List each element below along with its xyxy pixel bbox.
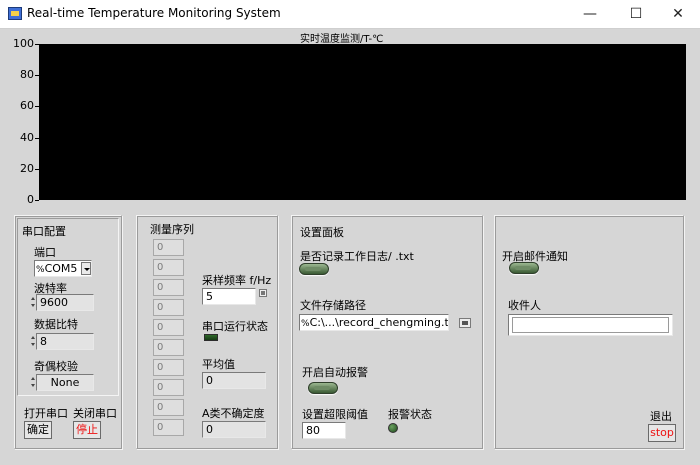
- recipient-label: 收件人: [508, 299, 541, 312]
- parity-field[interactable]: None: [36, 374, 94, 391]
- chevron-down-icon[interactable]: [81, 262, 91, 275]
- path-prefix: %: [301, 319, 310, 329]
- sample-rate-label: 采样频率 f/Hz: [202, 274, 272, 287]
- chart-title: 实时温度监测/T-℃: [300, 34, 384, 45]
- path-label: 文件存储路径: [300, 299, 366, 312]
- baud-spinner-icon[interactable]: [31, 296, 35, 308]
- settings-heading: 设置面板: [300, 226, 344, 239]
- databits-spinner-icon[interactable]: [31, 335, 35, 347]
- sequence-item: 0: [153, 399, 184, 416]
- sample-rate-field[interactable]: 5: [202, 288, 256, 305]
- path-value: C:\...\record_chengming.txt: [309, 316, 449, 329]
- sequence-item: 0: [153, 239, 184, 256]
- increment-icon[interactable]: [259, 289, 267, 297]
- y-tick-label: 20: [20, 161, 34, 175]
- close-port-label: 关闭串口: [73, 407, 117, 420]
- minimize-icon[interactable]: —: [568, 0, 612, 29]
- y-tick-label: 0: [27, 193, 34, 206]
- recipient-field[interactable]: [508, 314, 673, 336]
- sequence-item: 0: [153, 319, 184, 336]
- mean-field: 0: [202, 372, 266, 389]
- measurement-heading: 测量序列: [150, 223, 194, 236]
- uncertainty-label: A类不确定度: [202, 407, 265, 420]
- uncertainty-field: 0: [202, 421, 266, 438]
- title-bar: Real-time Temperature Monitoring System …: [0, 0, 700, 29]
- close-icon[interactable]: ✕: [656, 0, 700, 29]
- port-label: 端口: [34, 246, 56, 259]
- mean-label: 平均值: [202, 358, 235, 371]
- temperature-plot-area: [39, 44, 686, 200]
- sequence-item: 0: [153, 419, 184, 436]
- sequence-item: 0: [153, 359, 184, 376]
- parity-spinner-icon[interactable]: [31, 376, 35, 388]
- sequence-item: 0: [153, 259, 184, 276]
- exit-stop-button[interactable]: stop: [648, 424, 676, 442]
- serial-status-led: [204, 334, 218, 341]
- app-icon: [8, 7, 22, 20]
- y-tick-label: 60: [20, 99, 34, 113]
- sequence-item: 0: [153, 379, 184, 396]
- y-tick-mark: [35, 200, 39, 201]
- exit-label: 退出: [650, 410, 672, 423]
- mail-toggle[interactable]: [509, 262, 539, 274]
- open-port-label: 打开串口: [24, 407, 68, 420]
- parity-label: 奇偶校验: [34, 360, 78, 373]
- recipient-input[interactable]: [512, 317, 669, 333]
- path-field[interactable]: %C:\...\record_chengming.txt: [299, 314, 449, 331]
- alarm-status-led: [388, 423, 398, 433]
- alarm-toggle[interactable]: [308, 382, 338, 394]
- threshold-field[interactable]: 80: [302, 422, 346, 439]
- threshold-label: 设置超限阈值: [302, 408, 368, 421]
- port-value: COM5: [44, 262, 78, 275]
- y-tick-label: 40: [20, 130, 34, 144]
- window-title: Real-time Temperature Monitoring System: [27, 6, 281, 20]
- stop-port-button[interactable]: 停止: [73, 421, 101, 439]
- confirm-button[interactable]: 确定: [24, 421, 52, 439]
- sequence-item: 0: [153, 279, 184, 296]
- alarm-status-label: 报警状态: [388, 408, 432, 421]
- y-tick-label: 100: [13, 37, 34, 50]
- serial-status-label: 串口运行状态: [202, 320, 268, 333]
- databits-label: 数据比特: [34, 318, 78, 331]
- sequence-item: 0: [153, 299, 184, 316]
- port-prefix: %: [36, 265, 45, 275]
- baud-field[interactable]: 9600: [36, 294, 94, 311]
- databits-field[interactable]: 8: [36, 333, 94, 350]
- log-toggle[interactable]: [299, 263, 329, 275]
- sequence-item: 0: [153, 339, 184, 356]
- alarm-label: 开启自动报警: [302, 366, 368, 379]
- folder-icon[interactable]: [459, 318, 471, 328]
- log-label: 是否记录工作日志/ .txt: [300, 250, 414, 263]
- serial-config-heading: 串口配置: [22, 225, 66, 238]
- y-tick-label: 80: [20, 68, 34, 82]
- maximize-icon[interactable]: ☐: [614, 0, 658, 29]
